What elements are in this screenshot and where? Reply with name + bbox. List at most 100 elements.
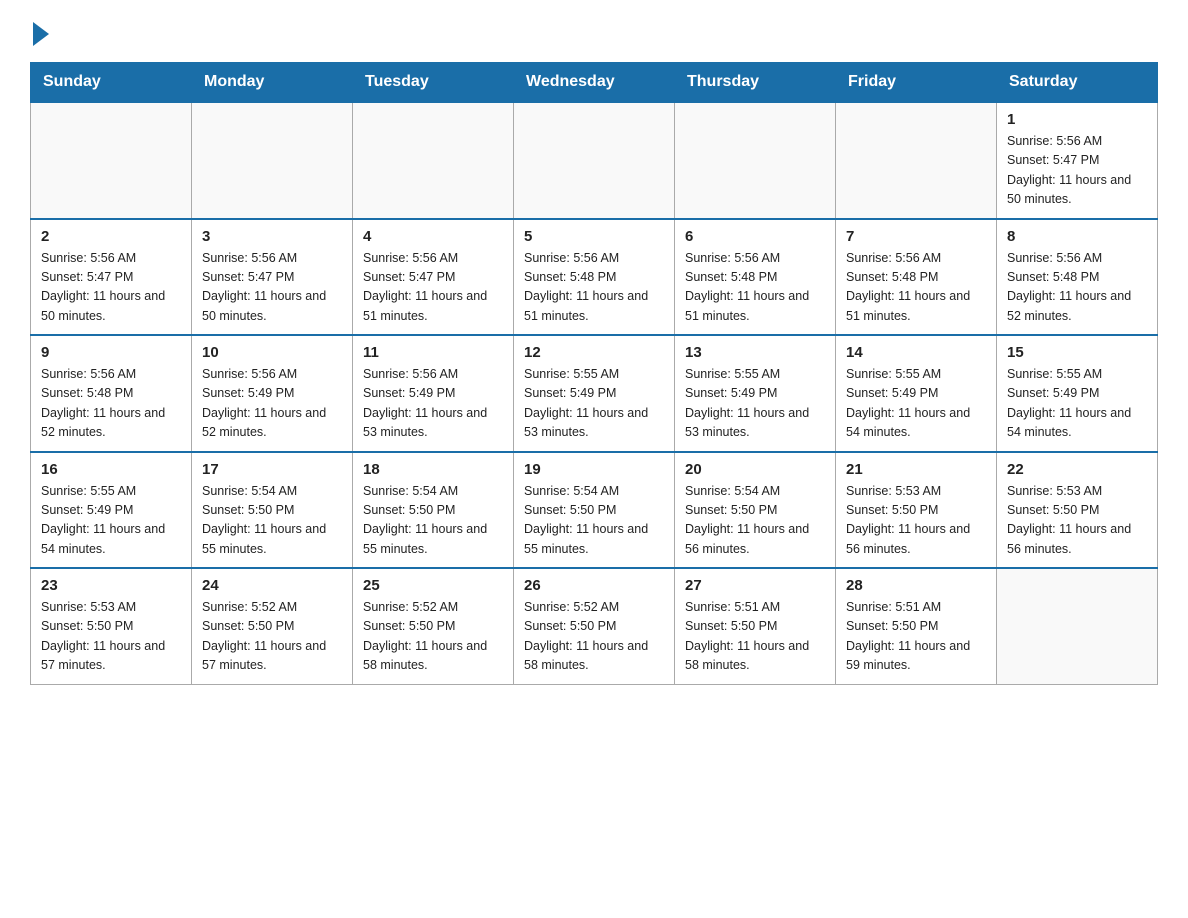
day-info: Sunrise: 5:56 AM Sunset: 5:47 PM Dayligh… bbox=[41, 249, 181, 327]
day-info: Sunrise: 5:52 AM Sunset: 5:50 PM Dayligh… bbox=[202, 598, 342, 676]
calendar-cell bbox=[836, 102, 997, 219]
calendar-cell: 3 Sunrise: 5:56 AM Sunset: 5:47 PM Daylig… bbox=[192, 219, 353, 336]
day-number: 18 bbox=[363, 461, 503, 478]
calendar-cell: 1 Sunrise: 5:56 AM Sunset: 5:47 PM Daylig… bbox=[997, 102, 1158, 219]
day-number: 5 bbox=[524, 228, 664, 245]
day-info: Sunrise: 5:54 AM Sunset: 5:50 PM Dayligh… bbox=[524, 482, 664, 560]
calendar-cell: 10 Sunrise: 5:56 AM Sunset: 5:49 PM Dayli… bbox=[192, 335, 353, 452]
day-info: Sunrise: 5:52 AM Sunset: 5:50 PM Dayligh… bbox=[363, 598, 503, 676]
calendar-cell: 8 Sunrise: 5:56 AM Sunset: 5:48 PM Daylig… bbox=[997, 219, 1158, 336]
day-number: 20 bbox=[685, 461, 825, 478]
calendar-weekday-sunday: Sunday bbox=[31, 63, 192, 103]
day-number: 14 bbox=[846, 344, 986, 361]
day-info: Sunrise: 5:53 AM Sunset: 5:50 PM Dayligh… bbox=[1007, 482, 1147, 560]
calendar-weekday-wednesday: Wednesday bbox=[514, 63, 675, 103]
calendar-cell: 13Sunrise: 5:55 AM Sunset: 5:49 PM Dayli… bbox=[675, 335, 836, 452]
day-number: 23 bbox=[41, 577, 181, 594]
day-info: Sunrise: 5:55 AM Sunset: 5:49 PM Dayligh… bbox=[846, 365, 986, 443]
day-number: 19 bbox=[524, 461, 664, 478]
calendar-cell: 11 Sunrise: 5:56 AM Sunset: 5:49 PM Dayli… bbox=[353, 335, 514, 452]
day-info: Sunrise: 5:56 AM Sunset: 5:49 PM Dayligh… bbox=[202, 365, 342, 443]
logo-arrow-icon bbox=[33, 22, 49, 46]
calendar-cell bbox=[997, 568, 1158, 684]
day-info: Sunrise: 5:55 AM Sunset: 5:49 PM Dayligh… bbox=[1007, 365, 1147, 443]
day-info: Sunrise: 5:56 AM Sunset: 5:48 PM Dayligh… bbox=[846, 249, 986, 327]
day-number: 7 bbox=[846, 228, 986, 245]
calendar-cell: 6Sunrise: 5:56 AM Sunset: 5:48 PM Daylig… bbox=[675, 219, 836, 336]
day-info: Sunrise: 5:56 AM Sunset: 5:49 PM Dayligh… bbox=[363, 365, 503, 443]
calendar-cell: 5 Sunrise: 5:56 AM Sunset: 5:48 PM Daylig… bbox=[514, 219, 675, 336]
day-number: 3 bbox=[202, 228, 342, 245]
day-number: 22 bbox=[1007, 461, 1147, 478]
calendar-cell: 27 Sunrise: 5:51 AM Sunset: 5:50 PM Dayli… bbox=[675, 568, 836, 684]
calendar-cell: 15 Sunrise: 5:55 AM Sunset: 5:49 PM Dayli… bbox=[997, 335, 1158, 452]
page-header bbox=[30, 20, 1158, 42]
day-number: 8 bbox=[1007, 228, 1147, 245]
day-number: 12 bbox=[524, 344, 664, 361]
calendar-cell: 9 Sunrise: 5:56 AM Sunset: 5:48 PM Daylig… bbox=[31, 335, 192, 452]
calendar-cell bbox=[353, 102, 514, 219]
day-number: 21 bbox=[846, 461, 986, 478]
day-number: 11 bbox=[363, 344, 503, 361]
calendar-week-row: 2Sunrise: 5:56 AM Sunset: 5:47 PM Daylig… bbox=[31, 219, 1158, 336]
day-info: Sunrise: 5:54 AM Sunset: 5:50 PM Dayligh… bbox=[363, 482, 503, 560]
calendar-week-row: 9 Sunrise: 5:56 AM Sunset: 5:48 PM Daylig… bbox=[31, 335, 1158, 452]
calendar-weekday-tuesday: Tuesday bbox=[353, 63, 514, 103]
day-info: Sunrise: 5:56 AM Sunset: 5:48 PM Dayligh… bbox=[41, 365, 181, 443]
day-number: 4 bbox=[363, 228, 503, 245]
day-info: Sunrise: 5:55 AM Sunset: 5:49 PM Dayligh… bbox=[524, 365, 664, 443]
calendar-cell: 26 Sunrise: 5:52 AM Sunset: 5:50 PM Dayli… bbox=[514, 568, 675, 684]
calendar-cell: 19 Sunrise: 5:54 AM Sunset: 5:50 PM Dayli… bbox=[514, 452, 675, 569]
calendar-weekday-monday: Monday bbox=[192, 63, 353, 103]
day-number: 15 bbox=[1007, 344, 1147, 361]
calendar-cell: 12 Sunrise: 5:55 AM Sunset: 5:49 PM Dayli… bbox=[514, 335, 675, 452]
calendar-cell: 24Sunrise: 5:52 AM Sunset: 5:50 PM Dayli… bbox=[192, 568, 353, 684]
calendar-cell bbox=[514, 102, 675, 219]
day-info: Sunrise: 5:53 AM Sunset: 5:50 PM Dayligh… bbox=[846, 482, 986, 560]
day-number: 10 bbox=[202, 344, 342, 361]
day-number: 9 bbox=[41, 344, 181, 361]
day-info: Sunrise: 5:51 AM Sunset: 5:50 PM Dayligh… bbox=[685, 598, 825, 676]
day-info: Sunrise: 5:54 AM Sunset: 5:50 PM Dayligh… bbox=[685, 482, 825, 560]
calendar-cell: 28 Sunrise: 5:51 AM Sunset: 5:50 PM Dayli… bbox=[836, 568, 997, 684]
day-info: Sunrise: 5:51 AM Sunset: 5:50 PM Dayligh… bbox=[846, 598, 986, 676]
calendar-cell: 21 Sunrise: 5:53 AM Sunset: 5:50 PM Dayli… bbox=[836, 452, 997, 569]
day-info: Sunrise: 5:56 AM Sunset: 5:48 PM Dayligh… bbox=[685, 249, 825, 327]
calendar-week-row: 23 Sunrise: 5:53 AM Sunset: 5:50 PM Dayli… bbox=[31, 568, 1158, 684]
calendar-cell bbox=[675, 102, 836, 219]
day-number: 1 bbox=[1007, 111, 1147, 128]
day-number: 25 bbox=[363, 577, 503, 594]
calendar-cell: 7 Sunrise: 5:56 AM Sunset: 5:48 PM Daylig… bbox=[836, 219, 997, 336]
day-number: 16 bbox=[41, 461, 181, 478]
day-number: 26 bbox=[524, 577, 664, 594]
calendar-weekday-friday: Friday bbox=[836, 63, 997, 103]
day-info: Sunrise: 5:54 AM Sunset: 5:50 PM Dayligh… bbox=[202, 482, 342, 560]
day-info: Sunrise: 5:53 AM Sunset: 5:50 PM Dayligh… bbox=[41, 598, 181, 676]
calendar-cell bbox=[192, 102, 353, 219]
day-info: Sunrise: 5:56 AM Sunset: 5:47 PM Dayligh… bbox=[363, 249, 503, 327]
calendar-weekday-thursday: Thursday bbox=[675, 63, 836, 103]
day-info: Sunrise: 5:56 AM Sunset: 5:48 PM Dayligh… bbox=[524, 249, 664, 327]
day-number: 13 bbox=[685, 344, 825, 361]
day-info: Sunrise: 5:56 AM Sunset: 5:47 PM Dayligh… bbox=[1007, 132, 1147, 210]
calendar-cell: 20 Sunrise: 5:54 AM Sunset: 5:50 PM Dayli… bbox=[675, 452, 836, 569]
day-number: 27 bbox=[685, 577, 825, 594]
calendar-cell: 4 Sunrise: 5:56 AM Sunset: 5:47 PM Daylig… bbox=[353, 219, 514, 336]
calendar-cell: 17 Sunrise: 5:54 AM Sunset: 5:50 PM Dayli… bbox=[192, 452, 353, 569]
calendar-cell: 25 Sunrise: 5:52 AM Sunset: 5:50 PM Dayli… bbox=[353, 568, 514, 684]
calendar-header-row: SundayMondayTuesdayWednesdayThursdayFrid… bbox=[31, 63, 1158, 103]
day-info: Sunrise: 5:55 AM Sunset: 5:49 PM Dayligh… bbox=[41, 482, 181, 560]
day-number: 28 bbox=[846, 577, 986, 594]
logo bbox=[30, 20, 49, 42]
calendar-weekday-saturday: Saturday bbox=[997, 63, 1158, 103]
calendar-cell: 22 Sunrise: 5:53 AM Sunset: 5:50 PM Dayli… bbox=[997, 452, 1158, 569]
calendar-cell: 23 Sunrise: 5:53 AM Sunset: 5:50 PM Dayli… bbox=[31, 568, 192, 684]
day-info: Sunrise: 5:56 AM Sunset: 5:48 PM Dayligh… bbox=[1007, 249, 1147, 327]
calendar-cell: 16 Sunrise: 5:55 AM Sunset: 5:49 PM Dayli… bbox=[31, 452, 192, 569]
calendar-week-row: 16 Sunrise: 5:55 AM Sunset: 5:49 PM Dayli… bbox=[31, 452, 1158, 569]
calendar-cell: 2Sunrise: 5:56 AM Sunset: 5:47 PM Daylig… bbox=[31, 219, 192, 336]
calendar-table: SundayMondayTuesdayWednesdayThursdayFrid… bbox=[30, 62, 1158, 685]
day-info: Sunrise: 5:52 AM Sunset: 5:50 PM Dayligh… bbox=[524, 598, 664, 676]
day-info: Sunrise: 5:56 AM Sunset: 5:47 PM Dayligh… bbox=[202, 249, 342, 327]
day-number: 17 bbox=[202, 461, 342, 478]
